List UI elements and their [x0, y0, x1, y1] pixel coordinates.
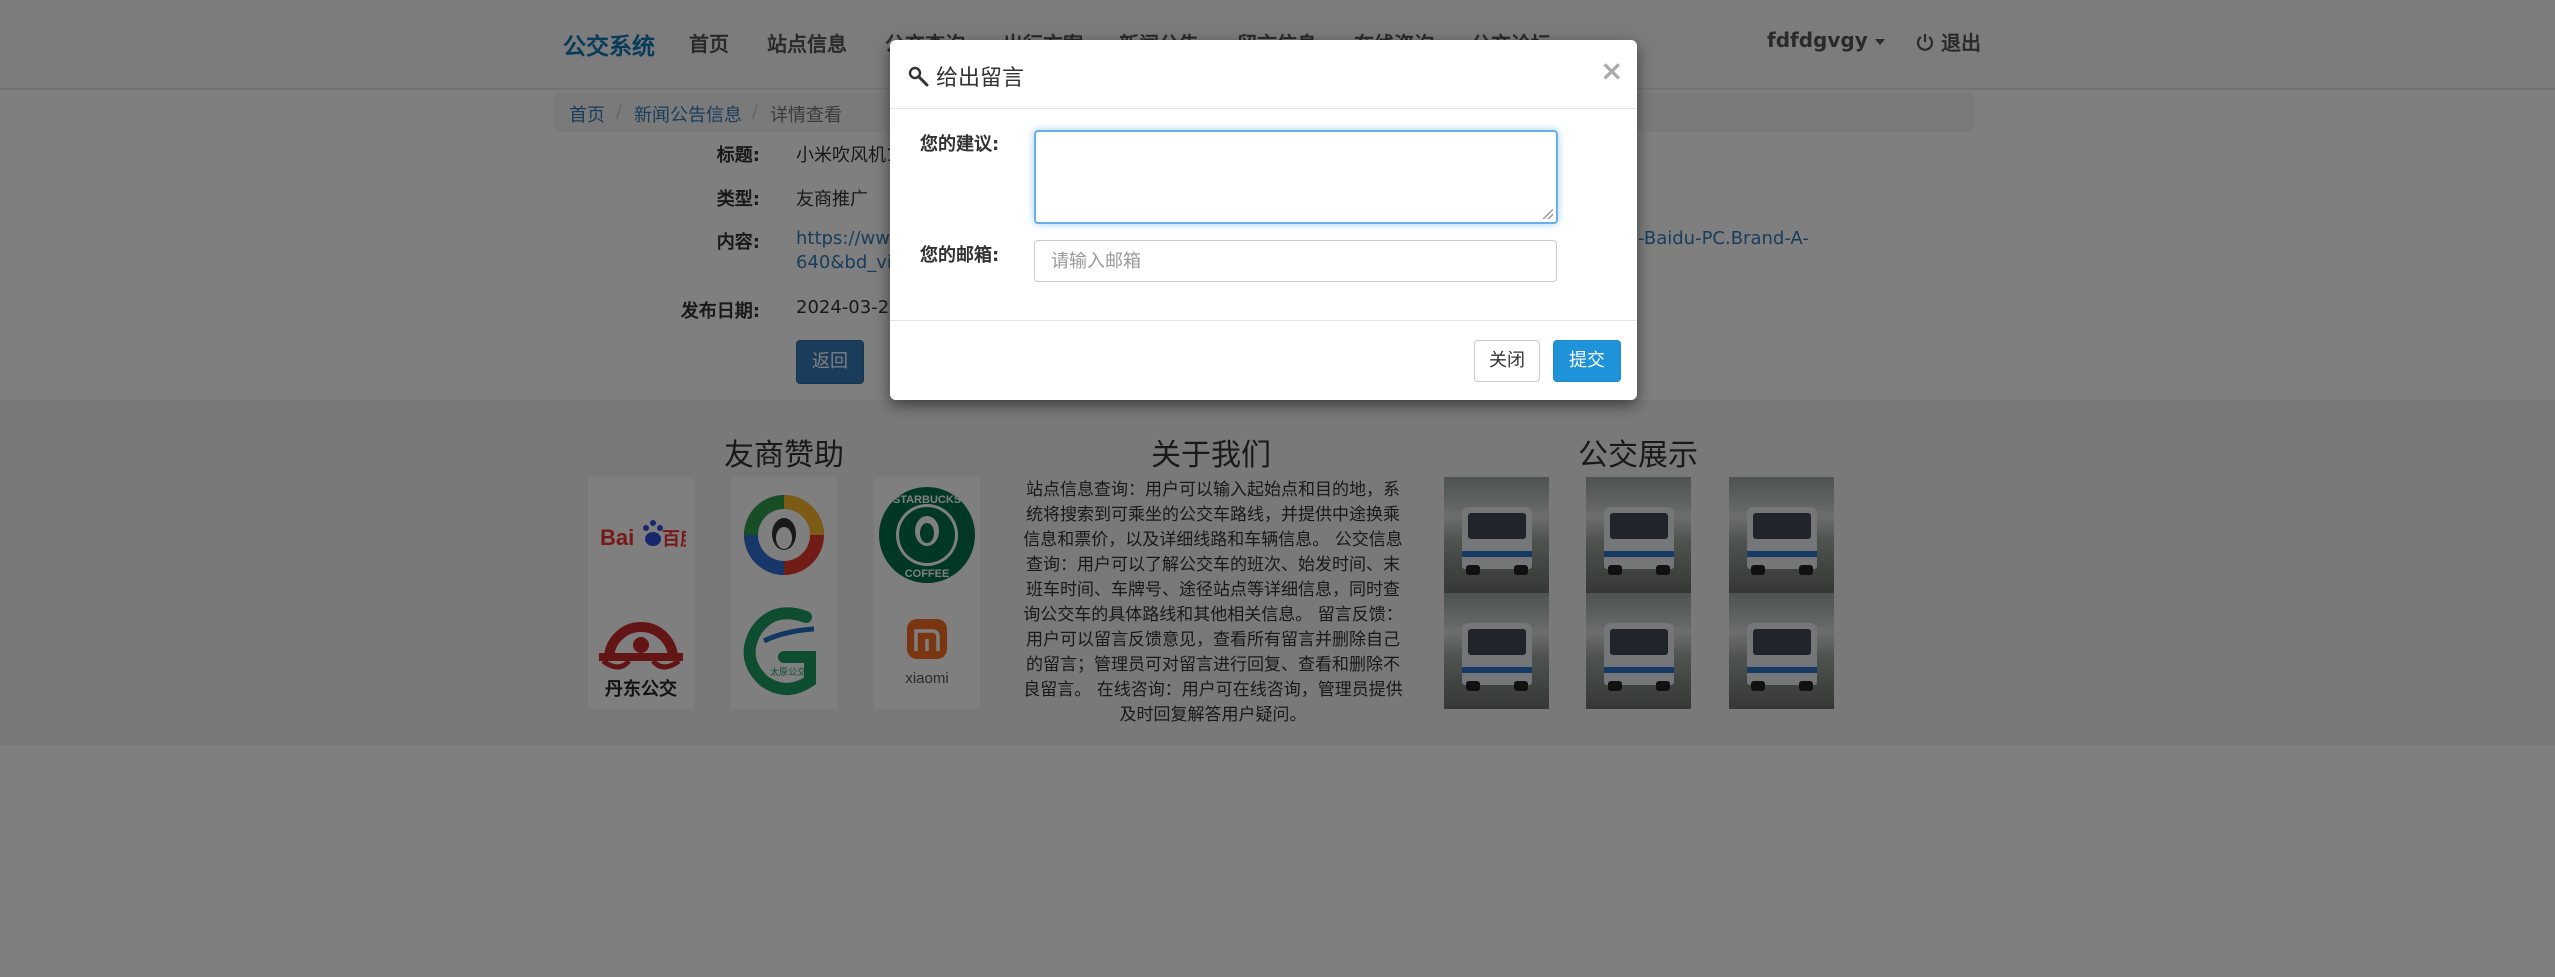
modal-title: 给出留言 [908, 60, 1024, 92]
suggestion-label: 您的建议: [920, 134, 1000, 155]
email-field[interactable] [1034, 240, 1557, 282]
close-button[interactable]: 关闭 [1474, 340, 1540, 382]
email-label: 您的邮箱: [920, 245, 1000, 266]
message-modal: 给出留言 × 您的建议: 您的邮箱: 关闭 提交 [890, 40, 1637, 400]
resize-grip-icon[interactable] [1543, 209, 1553, 219]
suggestion-textarea[interactable] [1034, 130, 1558, 224]
close-icon[interactable]: × [1600, 54, 1623, 87]
modal-title-text: 给出留言 [936, 66, 1025, 91]
submit-button[interactable]: 提交 [1553, 340, 1621, 382]
wrench-icon [908, 66, 929, 87]
modal-header: 给出留言 × [890, 40, 1637, 109]
email-input[interactable] [1049, 241, 1543, 281]
